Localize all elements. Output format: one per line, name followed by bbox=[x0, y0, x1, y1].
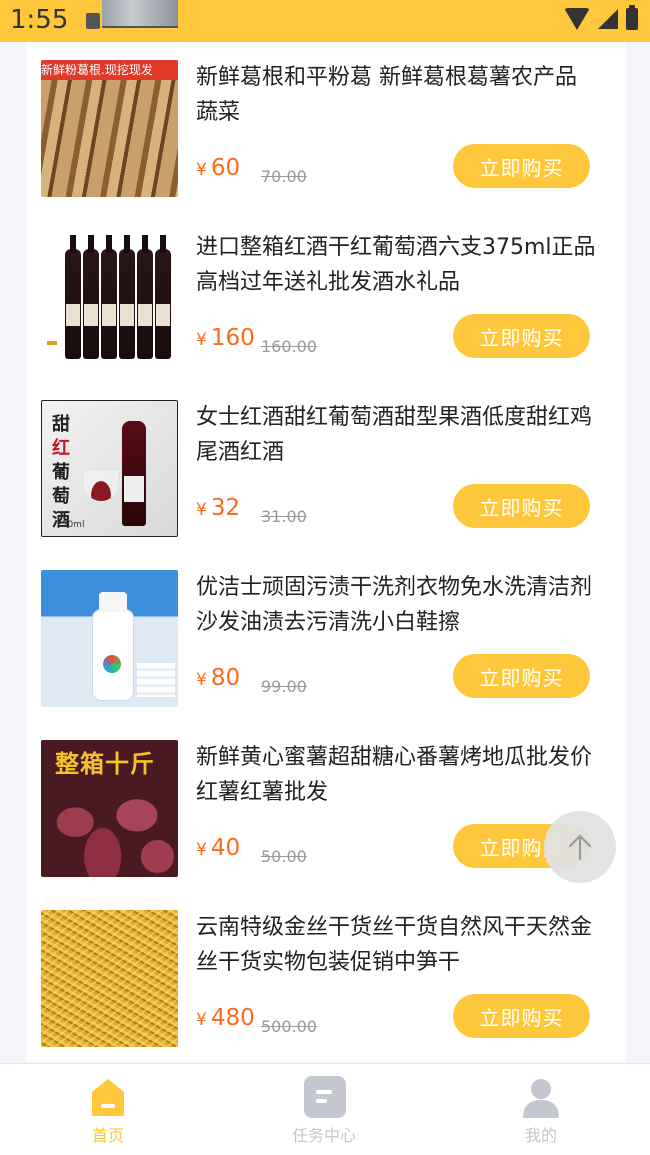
original-price: 160.00 bbox=[261, 337, 317, 356]
wine-bottle-icon bbox=[122, 421, 146, 526]
product-title[interactable]: 优洁士顽固污渍干洗剂衣物免水洗清洁剂沙发油渍去污清洗小白鞋擦 bbox=[196, 570, 596, 640]
battery-icon bbox=[626, 5, 638, 30]
currency-symbol: ¥ bbox=[196, 1010, 207, 1030]
status-time: 1:55 bbox=[10, 5, 69, 35]
product-title[interactable]: 新鲜葛根和平粉葛 新鲜葛根葛薯农产品蔬菜 bbox=[196, 60, 596, 130]
notification-icon bbox=[86, 13, 100, 29]
nav-tasks-label: 任务中心 bbox=[291, 1126, 356, 1145]
product-image[interactable]: 甜红葡萄酒 750ml bbox=[41, 400, 178, 537]
currency-symbol: ¥ bbox=[196, 330, 207, 350]
status-bar: 1:55 bbox=[0, 0, 650, 42]
towel-icon bbox=[137, 663, 175, 697]
nav-tasks[interactable]: 任务中心 bbox=[264, 1064, 384, 1155]
wine-bottle-icon bbox=[65, 235, 81, 359]
wine-bottle-icon bbox=[155, 235, 171, 359]
image-tag: 整箱十斤 bbox=[55, 750, 155, 778]
task-center-icon bbox=[304, 1076, 346, 1118]
product-item[interactable]: 甜红葡萄酒 750ml 女士红酒甜红葡萄酒甜型果酒低度甜红鸡尾酒红酒 ¥32 3… bbox=[26, 382, 626, 552]
image-tag-top: 甜 bbox=[52, 414, 70, 435]
buy-now-button[interactable]: 立即购买 bbox=[453, 484, 590, 528]
product-price: ¥40 bbox=[196, 835, 240, 861]
product-image[interactable] bbox=[41, 230, 178, 367]
currency-symbol: ¥ bbox=[196, 840, 207, 860]
product-image[interactable] bbox=[41, 910, 178, 1047]
nav-home-label: 首页 bbox=[91, 1126, 124, 1145]
image-volume: 750ml bbox=[56, 520, 85, 530]
wine-bottle-icon bbox=[83, 235, 99, 359]
product-item[interactable]: 整箱十斤 新鲜黄心蜜薯超甜糖心番薯烤地瓜批发价红薯红薯批发 ¥40 50.00 … bbox=[26, 722, 626, 892]
price-value: 80 bbox=[210, 665, 241, 691]
signal-icon bbox=[598, 9, 618, 29]
price-value: 32 bbox=[210, 495, 241, 521]
nav-me-label: 我的 bbox=[524, 1126, 557, 1145]
original-price: 50.00 bbox=[261, 847, 307, 866]
price-value: 160 bbox=[210, 325, 255, 351]
currency-symbol: ¥ bbox=[196, 160, 207, 180]
original-price: 70.00 bbox=[261, 167, 307, 186]
back-to-top-button[interactable] bbox=[544, 811, 616, 883]
product-title[interactable]: 女士红酒甜红葡萄酒甜型果酒低度甜红鸡尾酒红酒 bbox=[196, 400, 596, 470]
bottom-navigation: 首页 任务中心 我的 bbox=[0, 1063, 650, 1155]
spray-can-icon bbox=[93, 592, 133, 700]
wine-glass-icon bbox=[84, 471, 118, 501]
product-price: ¥80 bbox=[196, 665, 240, 691]
corkscrew-icon bbox=[47, 341, 57, 359]
product-price: ¥60 bbox=[196, 155, 240, 181]
image-tag: 新鲜粉葛根.现挖现发 bbox=[41, 60, 178, 80]
original-price: 500.00 bbox=[261, 1017, 317, 1036]
wifi-icon bbox=[564, 8, 590, 30]
currency-symbol: ¥ bbox=[196, 500, 207, 520]
nav-me[interactable]: 我的 bbox=[481, 1064, 601, 1155]
product-list[interactable]: 新鲜粉葛根.现挖现发 新鲜葛根和平粉葛 新鲜葛根葛薯农产品蔬菜 ¥60 70.0… bbox=[26, 42, 626, 1062]
buy-now-button[interactable]: 立即购买 bbox=[453, 654, 590, 698]
product-image[interactable]: 新鲜粉葛根.现挖现发 bbox=[41, 60, 178, 197]
product-item[interactable]: 新鲜粉葛根.现挖现发 新鲜葛根和平粉葛 新鲜葛根葛薯农产品蔬菜 ¥60 70.0… bbox=[26, 42, 626, 212]
status-icons bbox=[564, 5, 638, 30]
currency-symbol: ¥ bbox=[196, 670, 207, 690]
price-value: 40 bbox=[210, 835, 241, 861]
product-price: ¥480 bbox=[196, 1005, 255, 1031]
price-value: 60 bbox=[210, 155, 241, 181]
product-image[interactable] bbox=[41, 570, 178, 707]
product-title[interactable]: 云南特级金丝干货丝干货自然风干天然金丝干货实物包装促销中笋干 bbox=[196, 910, 596, 980]
buy-now-button[interactable]: 立即购买 bbox=[453, 144, 590, 188]
product-item[interactable]: 进口整箱红酒干红葡萄酒六支375ml正品高档过年送礼批发酒水礼品 ¥160 16… bbox=[26, 212, 626, 382]
wine-bottle-icon bbox=[101, 235, 117, 359]
image-tag: 甜红葡萄酒 bbox=[52, 413, 74, 533]
home-icon bbox=[92, 1079, 124, 1116]
notification-thumbnail bbox=[102, 0, 178, 28]
wine-bottle-icon bbox=[119, 235, 135, 359]
original-price: 31.00 bbox=[261, 507, 307, 526]
product-price: ¥32 bbox=[196, 495, 240, 521]
price-value: 480 bbox=[210, 1005, 255, 1031]
wine-bottle-icon bbox=[137, 235, 153, 359]
product-image[interactable]: 整箱十斤 bbox=[41, 740, 178, 877]
user-icon bbox=[523, 1079, 559, 1118]
image-tag-mid: 红 bbox=[52, 438, 70, 459]
product-price: ¥160 bbox=[196, 325, 255, 351]
original-price: 99.00 bbox=[261, 677, 307, 696]
product-title[interactable]: 进口整箱红酒干红葡萄酒六支375ml正品高档过年送礼批发酒水礼品 bbox=[196, 230, 596, 300]
buy-now-button[interactable]: 立即购买 bbox=[453, 314, 590, 358]
product-item[interactable]: 优洁士顽固污渍干洗剂衣物免水洗清洁剂沙发油渍去污清洗小白鞋擦 ¥80 99.00… bbox=[26, 552, 626, 722]
nav-home[interactable]: 首页 bbox=[48, 1064, 168, 1155]
product-item[interactable]: 云南特级金丝干货丝干货自然风干天然金丝干货实物包装促销中笋干 ¥480 500.… bbox=[26, 892, 626, 1062]
arrow-up-icon bbox=[568, 834, 592, 861]
buy-now-button[interactable]: 立即购买 bbox=[453, 994, 590, 1038]
product-title[interactable]: 新鲜黄心蜜薯超甜糖心番薯烤地瓜批发价红薯红薯批发 bbox=[196, 740, 596, 810]
